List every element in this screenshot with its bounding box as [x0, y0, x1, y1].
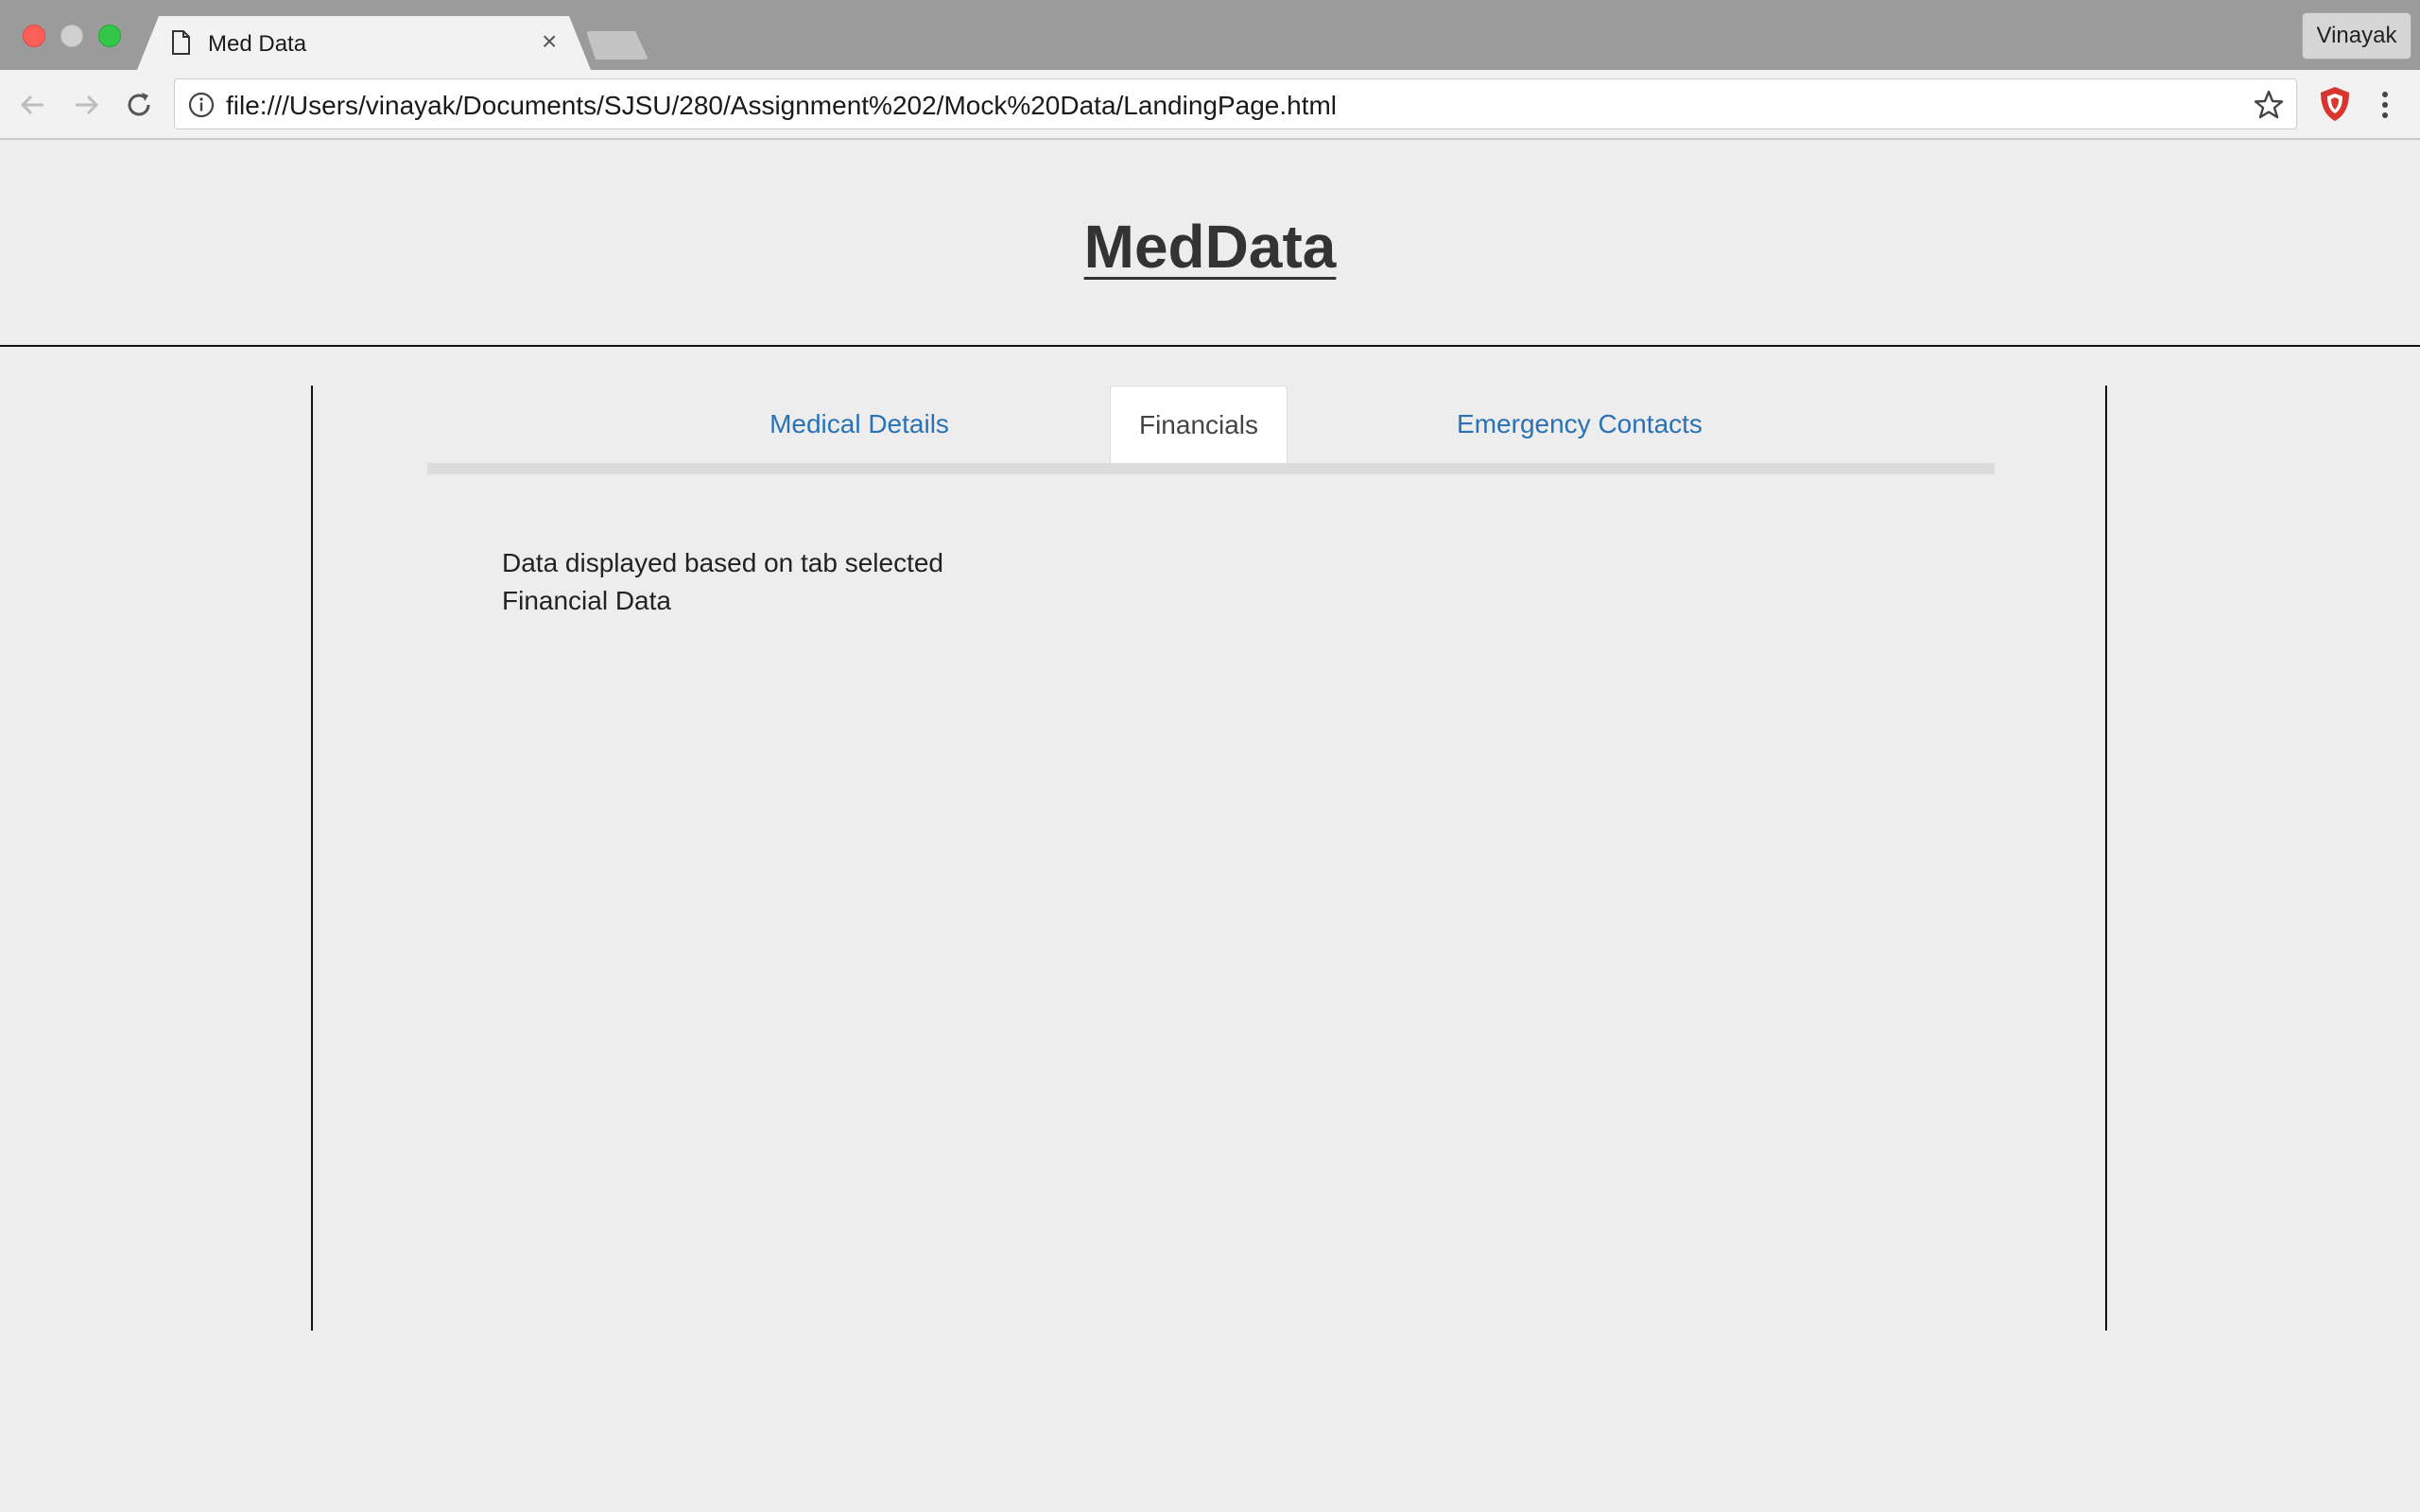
- tabs-underline-bar: [427, 463, 1995, 474]
- tab-medical-details[interactable]: Medical Details: [756, 386, 962, 463]
- arrow-left-icon: [20, 94, 43, 115]
- arrow-right-icon: [76, 94, 99, 115]
- back-button[interactable]: [15, 87, 51, 123]
- tab-close-icon[interactable]: ×: [542, 28, 557, 55]
- new-tab-button[interactable]: [586, 31, 648, 60]
- url-text[interactable]: file:///Users/vinayak/Documents/SJSU/280…: [226, 91, 1337, 121]
- window-minimize-button[interactable]: [60, 25, 83, 47]
- document-icon: [172, 30, 190, 55]
- reload-button[interactable]: [121, 87, 157, 123]
- forward-button[interactable]: [68, 87, 104, 123]
- tab-emergency-contacts[interactable]: Emergency Contacts: [1424, 386, 1736, 463]
- window-close-button[interactable]: [23, 25, 45, 47]
- browser-tab-title: Med Data: [208, 31, 307, 57]
- browser-toolbar: file:///Users/vinayak/Documents/SJSU/280…: [0, 70, 2420, 140]
- page-title-text: MedData: [1083, 213, 1337, 281]
- page-viewport: MedData Medical Details Financials Emerg…: [0, 142, 2420, 1512]
- kebab-menu-icon[interactable]: [2371, 89, 2399, 121]
- content-data: Financial Data: [502, 586, 671, 615]
- main-container: Medical Details Financials Emergency Con…: [311, 386, 2107, 1331]
- reload-icon: [128, 93, 150, 116]
- content-description: Data displayed based on tab selected: [502, 548, 943, 577]
- browser-tab-active[interactable]: Med Data ×: [137, 16, 591, 70]
- header-divider: [0, 345, 2420, 347]
- window-zoom-button[interactable]: [98, 25, 121, 47]
- tab-content: Data displayed based on tab selected Fin…: [502, 544, 943, 620]
- info-icon[interactable]: [188, 92, 215, 118]
- page-title: MedData: [0, 212, 2420, 282]
- shield-extension-icon[interactable]: [2318, 85, 2352, 123]
- address-bar[interactable]: file:///Users/vinayak/Documents/SJSU/280…: [174, 78, 2297, 129]
- star-icon[interactable]: [2253, 89, 2285, 121]
- nav-tabs: Medical Details Financials Emergency Con…: [427, 386, 1995, 474]
- browser-titlebar: Med Data × Vinayak: [0, 0, 2420, 70]
- profile-button[interactable]: Vinayak: [2302, 12, 2411, 60]
- tab-financials[interactable]: Financials: [1110, 386, 1288, 463]
